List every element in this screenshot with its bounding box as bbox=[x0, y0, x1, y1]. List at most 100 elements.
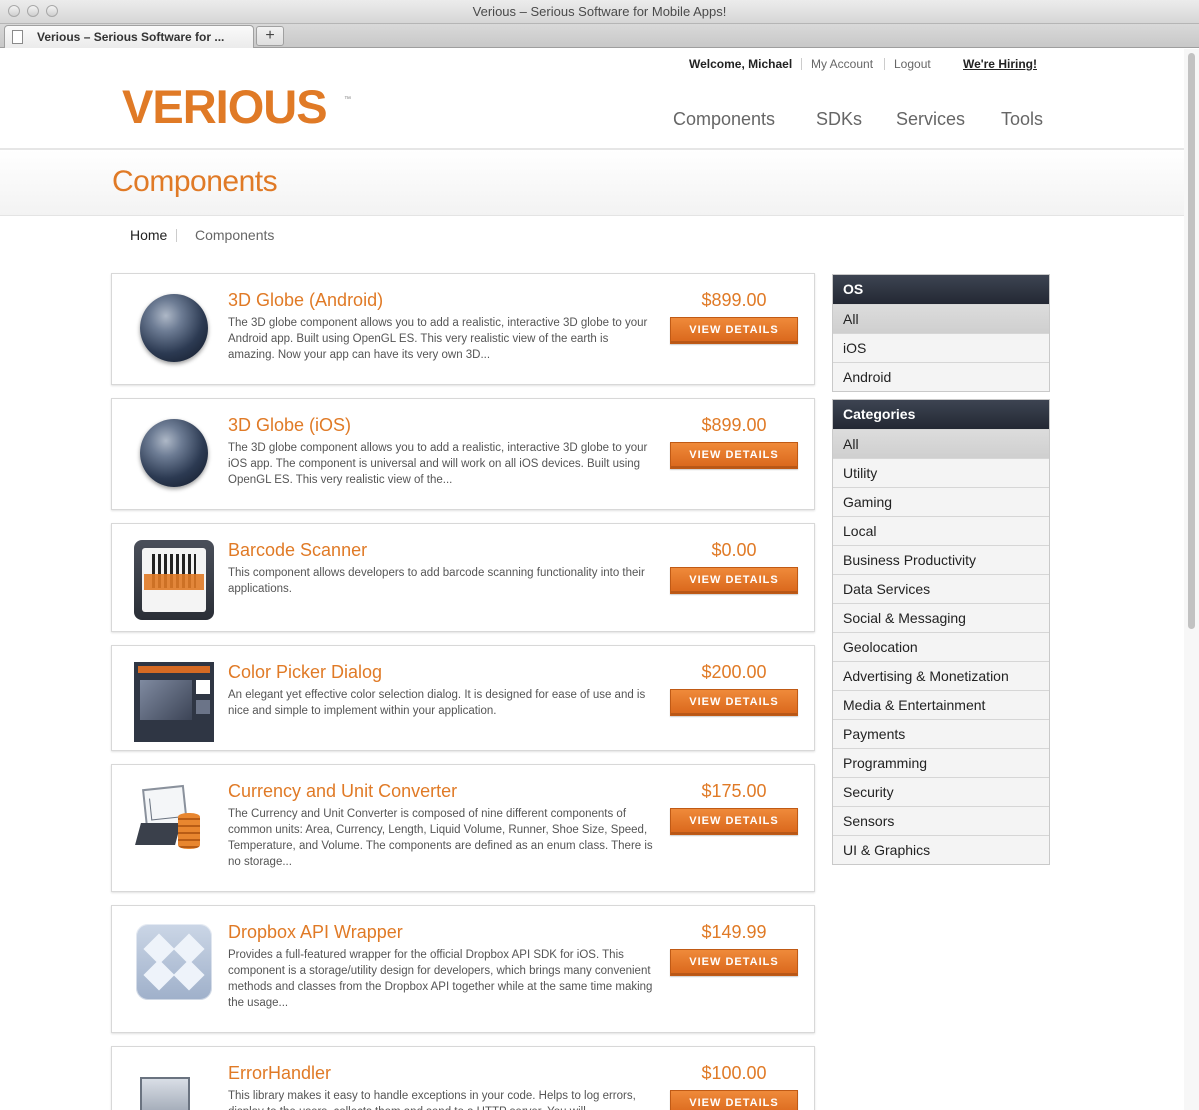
category-item-programming[interactable]: Programming bbox=[833, 748, 1049, 777]
logo-wordmark: VERIOUS bbox=[122, 80, 328, 133]
category-item-data-services[interactable]: Data Services bbox=[833, 574, 1049, 603]
new-tab-button[interactable]: + bbox=[256, 26, 284, 46]
barcode-icon[interactable] bbox=[134, 540, 214, 620]
scrollbar-thumb[interactable] bbox=[1188, 53, 1195, 629]
category-item-security[interactable]: Security bbox=[833, 777, 1049, 806]
barcode-panel bbox=[142, 548, 206, 612]
dropbox-shape bbox=[173, 959, 205, 991]
logo-trademark: ™ bbox=[344, 96, 351, 103]
categories-filter: Categories All Utility Gaming Local Busi… bbox=[832, 399, 1050, 865]
product-card: ErrorHandler This library makes it easy … bbox=[111, 1046, 815, 1110]
category-item-business-productivity[interactable]: Business Productivity bbox=[833, 545, 1049, 574]
product-description: An elegant yet effective color selection… bbox=[228, 689, 646, 717]
os-item-android[interactable]: Android bbox=[833, 362, 1049, 391]
category-item-gaming[interactable]: Gaming bbox=[833, 487, 1049, 516]
product-price: $899.00 bbox=[701, 415, 767, 435]
nav-components[interactable]: Components bbox=[673, 109, 775, 130]
categories-filter-title: Categories bbox=[833, 400, 1049, 429]
product-description: The Currency and Unit Converter is compo… bbox=[228, 808, 653, 868]
logout-link[interactable]: Logout bbox=[894, 57, 931, 71]
product-description: This library makes it easy to handle exc… bbox=[228, 1090, 636, 1110]
vertical-scrollbar[interactable] bbox=[1184, 49, 1199, 1110]
dropbox-icon[interactable] bbox=[136, 924, 212, 1000]
monitor-icon[interactable] bbox=[134, 1065, 214, 1110]
os-filter-title: OS bbox=[833, 275, 1049, 304]
os-item-ios[interactable]: iOS bbox=[833, 333, 1049, 362]
category-item-media-entertainment[interactable]: Media & Entertainment bbox=[833, 690, 1049, 719]
globe-icon[interactable] bbox=[140, 419, 208, 487]
my-account-link[interactable]: My Account bbox=[811, 57, 873, 71]
view-details-button[interactable]: VIEW DETAILS bbox=[670, 1090, 798, 1110]
breadcrumb-divider bbox=[176, 229, 177, 242]
category-item-utility[interactable]: Utility bbox=[833, 458, 1049, 487]
category-item-local[interactable]: Local bbox=[833, 516, 1049, 545]
calculator-shape bbox=[135, 823, 181, 845]
category-item-ui-graphics[interactable]: UI & Graphics bbox=[833, 835, 1049, 864]
product-price: $200.00 bbox=[701, 662, 767, 682]
product-name[interactable]: 3D Globe (Android) bbox=[228, 290, 383, 311]
window-titlebar: Verious – Serious Software for Mobile Ap… bbox=[0, 0, 1199, 24]
product-card: Currency and Unit Converter The Currency… bbox=[111, 764, 815, 892]
product-price: $175.00 bbox=[701, 781, 767, 801]
product-price: $100.00 bbox=[701, 1063, 767, 1083]
product-name[interactable]: Barcode Scanner bbox=[228, 540, 367, 561]
product-card: Barcode Scanner This component allows de… bbox=[111, 523, 815, 632]
product-name[interactable]: 3D Globe (iOS) bbox=[228, 415, 351, 436]
verious-logo[interactable]: VERIOUS ™ bbox=[116, 80, 354, 133]
color-picker-icon[interactable] bbox=[134, 662, 214, 742]
category-item-payments[interactable]: Payments bbox=[833, 719, 1049, 748]
divider bbox=[884, 58, 885, 70]
view-details-button[interactable]: VIEW DETAILS bbox=[670, 567, 798, 594]
picker-gradient bbox=[140, 680, 192, 720]
browser-tab-label: Verious – Serious Software for ... bbox=[37, 30, 225, 44]
view-details-button[interactable]: VIEW DETAILS bbox=[670, 808, 798, 835]
page-title: Components bbox=[112, 165, 278, 198]
product-description: The 3D globe component allows you to add… bbox=[228, 317, 648, 361]
category-item-social-messaging[interactable]: Social & Messaging bbox=[833, 603, 1049, 632]
product-name[interactable]: Currency and Unit Converter bbox=[228, 781, 457, 802]
view-details-button[interactable]: VIEW DETAILS bbox=[670, 442, 798, 469]
divider bbox=[801, 58, 802, 70]
product-price: $0.00 bbox=[711, 540, 757, 560]
picker-toolbar bbox=[138, 666, 210, 673]
breadcrumb-current: Components bbox=[195, 227, 275, 243]
product-description: Provides a full-featured wrapper for the… bbox=[228, 949, 653, 1009]
nav-services[interactable]: Services bbox=[896, 109, 965, 130]
category-item-geolocation[interactable]: Geolocation bbox=[833, 632, 1049, 661]
picker-swatch-gray bbox=[196, 700, 210, 714]
product-card: Color Picker Dialog An elegant yet effec… bbox=[111, 645, 815, 751]
product-card: 3D Globe (Android) The 3D globe componen… bbox=[111, 273, 815, 385]
view-details-button[interactable]: VIEW DETAILS bbox=[670, 689, 798, 716]
monitor-screen bbox=[140, 1077, 190, 1110]
product-name[interactable]: ErrorHandler bbox=[228, 1063, 331, 1084]
document-icon bbox=[12, 30, 23, 44]
os-item-all[interactable]: All bbox=[833, 304, 1049, 333]
dropbox-shape bbox=[143, 959, 175, 991]
browser-tab[interactable]: Verious – Serious Software for ... bbox=[4, 25, 254, 48]
picker-swatch-white bbox=[196, 680, 210, 694]
currency-chart-icon[interactable] bbox=[134, 783, 214, 863]
product-name[interactable]: Color Picker Dialog bbox=[228, 662, 382, 683]
category-item-all[interactable]: All bbox=[833, 429, 1049, 458]
window-title: Verious – Serious Software for Mobile Ap… bbox=[472, 4, 727, 19]
product-price: $149.99 bbox=[701, 922, 767, 942]
view-details-button[interactable]: VIEW DETAILS bbox=[670, 949, 798, 976]
product-description: The 3D globe component allows you to add… bbox=[228, 442, 648, 486]
scan-beam bbox=[144, 574, 204, 590]
nav-tools[interactable]: Tools bbox=[1001, 109, 1043, 130]
category-item-sensors[interactable]: Sensors bbox=[833, 806, 1049, 835]
tab-bar: Verious – Serious Software for ... + bbox=[0, 24, 1199, 48]
product-name[interactable]: Dropbox API Wrapper bbox=[228, 922, 403, 943]
welcome-text: Welcome, Michael bbox=[689, 57, 793, 71]
breadcrumb-home[interactable]: Home bbox=[130, 227, 167, 243]
coin-stack bbox=[178, 813, 200, 849]
view-details-button[interactable]: VIEW DETAILS bbox=[670, 317, 798, 344]
product-card: Dropbox API Wrapper Provides a full-feat… bbox=[111, 905, 815, 1033]
globe-icon[interactable] bbox=[140, 294, 208, 362]
hiring-link[interactable]: We're Hiring! bbox=[963, 57, 1037, 71]
product-description: This component allows developers to add … bbox=[228, 567, 645, 595]
category-item-advertising-monetization[interactable]: Advertising & Monetization bbox=[833, 661, 1049, 690]
nav-sdks[interactable]: SDKs bbox=[816, 109, 862, 130]
product-price: $899.00 bbox=[701, 290, 767, 310]
os-filter: OS All iOS Android bbox=[832, 274, 1050, 392]
